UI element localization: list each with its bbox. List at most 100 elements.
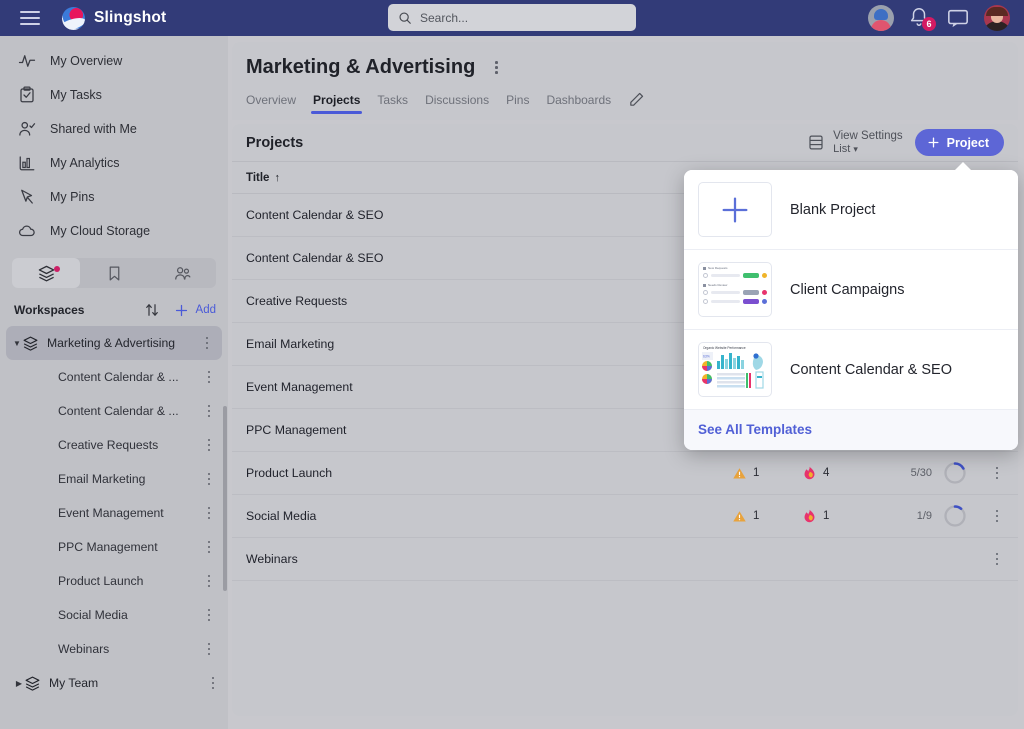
tab-discussions[interactable]: Discussions <box>425 93 489 114</box>
row-menu[interactable] <box>978 509 1004 523</box>
project-menu-icon[interactable] <box>202 608 216 622</box>
workspaces-header: Workspaces Add <box>0 294 228 326</box>
row-task-count: 5/30 <box>910 467 932 479</box>
slingshot-logo-icon <box>62 6 85 30</box>
page-menu-icon[interactable] <box>489 61 503 74</box>
row-title: Content Calendar & SEO <box>246 208 384 222</box>
top-bar: Slingshot Search... 6 <box>0 0 1024 36</box>
project-menu-icon[interactable] <box>202 574 216 588</box>
sidebar-scrollbar[interactable] <box>223 406 227 591</box>
row-warnings: 1 <box>732 509 802 524</box>
sidebar-project-item[interactable]: Webinars <box>0 632 228 666</box>
row-title: Webinars <box>246 552 298 566</box>
row-warning-count: 1 <box>753 510 760 522</box>
sidebar-item-my-analytics[interactable]: My Analytics <box>0 146 228 180</box>
row-menu-icon[interactable] <box>990 466 1004 480</box>
tab-tasks[interactable]: Tasks <box>377 93 408 114</box>
avatar-icon[interactable] <box>868 5 894 31</box>
user-avatar[interactable] <box>984 5 1010 31</box>
project-menu-icon[interactable] <box>202 506 216 520</box>
page-title: Marketing & Advertising <box>246 56 476 78</box>
user-check-icon <box>18 120 36 138</box>
sidebar-switcher-bookmarks[interactable] <box>80 258 148 288</box>
sidebar-item-my-cloud-storage[interactable]: My Cloud Storage <box>0 214 228 248</box>
svg-text:63%: 63% <box>703 355 710 359</box>
chevron-right-icon[interactable]: ▶ <box>14 679 24 688</box>
sidebar-project-item[interactable]: Social Media <box>0 598 228 632</box>
sort-arrows-icon[interactable] <box>143 301 161 319</box>
project-label: Social Media <box>58 608 128 622</box>
project-menu-icon[interactable] <box>202 438 216 452</box>
sidebar-project-item[interactable]: Email Marketing <box>0 462 228 496</box>
table-row[interactable]: Webinars <box>232 538 1018 581</box>
brand[interactable]: Slingshot <box>62 6 166 30</box>
project-menu-icon[interactable] <box>202 642 216 656</box>
pin-cursor-icon <box>18 188 36 206</box>
tab-projects[interactable]: Projects <box>311 93 363 114</box>
tab-pins[interactable]: Pins <box>506 93 529 114</box>
notification-badge: 6 <box>922 17 936 31</box>
see-all-templates-link[interactable]: See All Templates <box>684 409 1018 450</box>
workspace-menu-icon[interactable] <box>200 336 214 350</box>
sidebar-switcher-workspaces[interactable] <box>12 258 80 288</box>
project-menu-icon[interactable] <box>202 540 216 554</box>
sidebar-item-label: Shared with Me <box>50 122 137 136</box>
fire-icon <box>804 466 815 480</box>
row-title: Event Management <box>246 380 353 394</box>
dropdown-item-client-campaigns[interactable]: New Requests Needs Review Client Campaig… <box>684 249 1018 329</box>
dropdown-arrow <box>952 162 974 173</box>
top-bar-actions: 6 <box>868 0 1010 36</box>
row-progress-ring <box>932 460 978 486</box>
main-content: Marketing & Advertising Overview Project… <box>232 42 1018 721</box>
project-menu-icon[interactable] <box>202 370 216 384</box>
sidebar-project-item[interactable]: PPC Management <box>0 530 228 564</box>
sidebar-item-label: My Cloud Storage <box>50 224 151 238</box>
chat-icon[interactable] <box>946 7 970 29</box>
project-menu-icon[interactable] <box>202 472 216 486</box>
row-menu[interactable] <box>978 552 1004 566</box>
dropdown-item-content-calendar-seo[interactable]: Organic Website Performance 63% Content … <box>684 329 1018 409</box>
pencil-icon[interactable] <box>628 91 645 108</box>
row-menu[interactable] <box>978 466 1004 480</box>
view-settings-button[interactable]: View Settings List ▾ <box>807 130 903 156</box>
sidebar-item-my-tasks[interactable]: My Tasks <box>0 78 228 112</box>
plus-icon[interactable] <box>173 302 190 319</box>
chevron-down-icon[interactable]: ▼ <box>12 339 22 348</box>
workspace-marketing-advertising[interactable]: ▼ Marketing & Advertising <box>6 326 222 360</box>
notifications-button[interactable]: 6 <box>908 5 936 31</box>
sidebar-project-item[interactable]: Content Calendar & ... <box>0 360 228 394</box>
sidebar-project-item[interactable]: Content Calendar & ... <box>0 394 228 428</box>
search-input[interactable]: Search... <box>388 4 636 31</box>
sidebar-project-item[interactable]: Product Launch <box>0 564 228 598</box>
row-menu-icon[interactable] <box>990 552 1004 566</box>
row-menu-icon[interactable] <box>990 509 1004 523</box>
add-project-label: Project <box>946 135 989 150</box>
projects-title: Projects <box>246 134 304 151</box>
sidebar-item-label: My Analytics <box>50 156 120 170</box>
column-title[interactable]: Title ↑ <box>246 172 704 184</box>
project-menu-icon[interactable] <box>202 404 216 418</box>
dropdown-item-blank-project[interactable]: Blank Project <box>684 170 1018 249</box>
sidebar-switcher-people[interactable] <box>148 258 216 288</box>
table-row[interactable]: Product Launch 1 4 5/30 <box>232 452 1018 495</box>
tab-dashboards[interactable]: Dashboards <box>546 93 611 114</box>
sidebar-item-my-overview[interactable]: My Overview <box>0 44 228 78</box>
sidebar-switcher <box>12 258 216 288</box>
sidebar-item-shared-with-me[interactable]: Shared with Me <box>0 112 228 146</box>
table-row[interactable]: Social Media 1 1 1/9 <box>232 495 1018 538</box>
add-workspace-button[interactable]: Add <box>196 304 216 316</box>
add-project-button[interactable]: Project <box>914 129 1004 156</box>
sidebar-project-item[interactable]: Event Management <box>0 496 228 530</box>
workspace-label: My Team <box>49 676 99 690</box>
warning-triangle-icon <box>733 510 746 521</box>
workspace-my-team[interactable]: ▶ My Team <box>0 666 228 700</box>
workspace-menu-icon[interactable] <box>206 676 220 690</box>
new-project-dropdown: Blank Project New Requests Needs Review … <box>684 170 1018 450</box>
bookmark-icon <box>109 266 119 280</box>
sidebar-project-item[interactable]: Creative Requests <box>0 428 228 462</box>
workspace-tabs: Overview Projects Tasks Discussions Pins… <box>246 91 1000 115</box>
bar-chart-icon <box>18 154 36 172</box>
hamburger-icon[interactable] <box>20 11 40 25</box>
tab-overview[interactable]: Overview <box>246 93 296 114</box>
sidebar-item-my-pins[interactable]: My Pins <box>0 180 228 214</box>
